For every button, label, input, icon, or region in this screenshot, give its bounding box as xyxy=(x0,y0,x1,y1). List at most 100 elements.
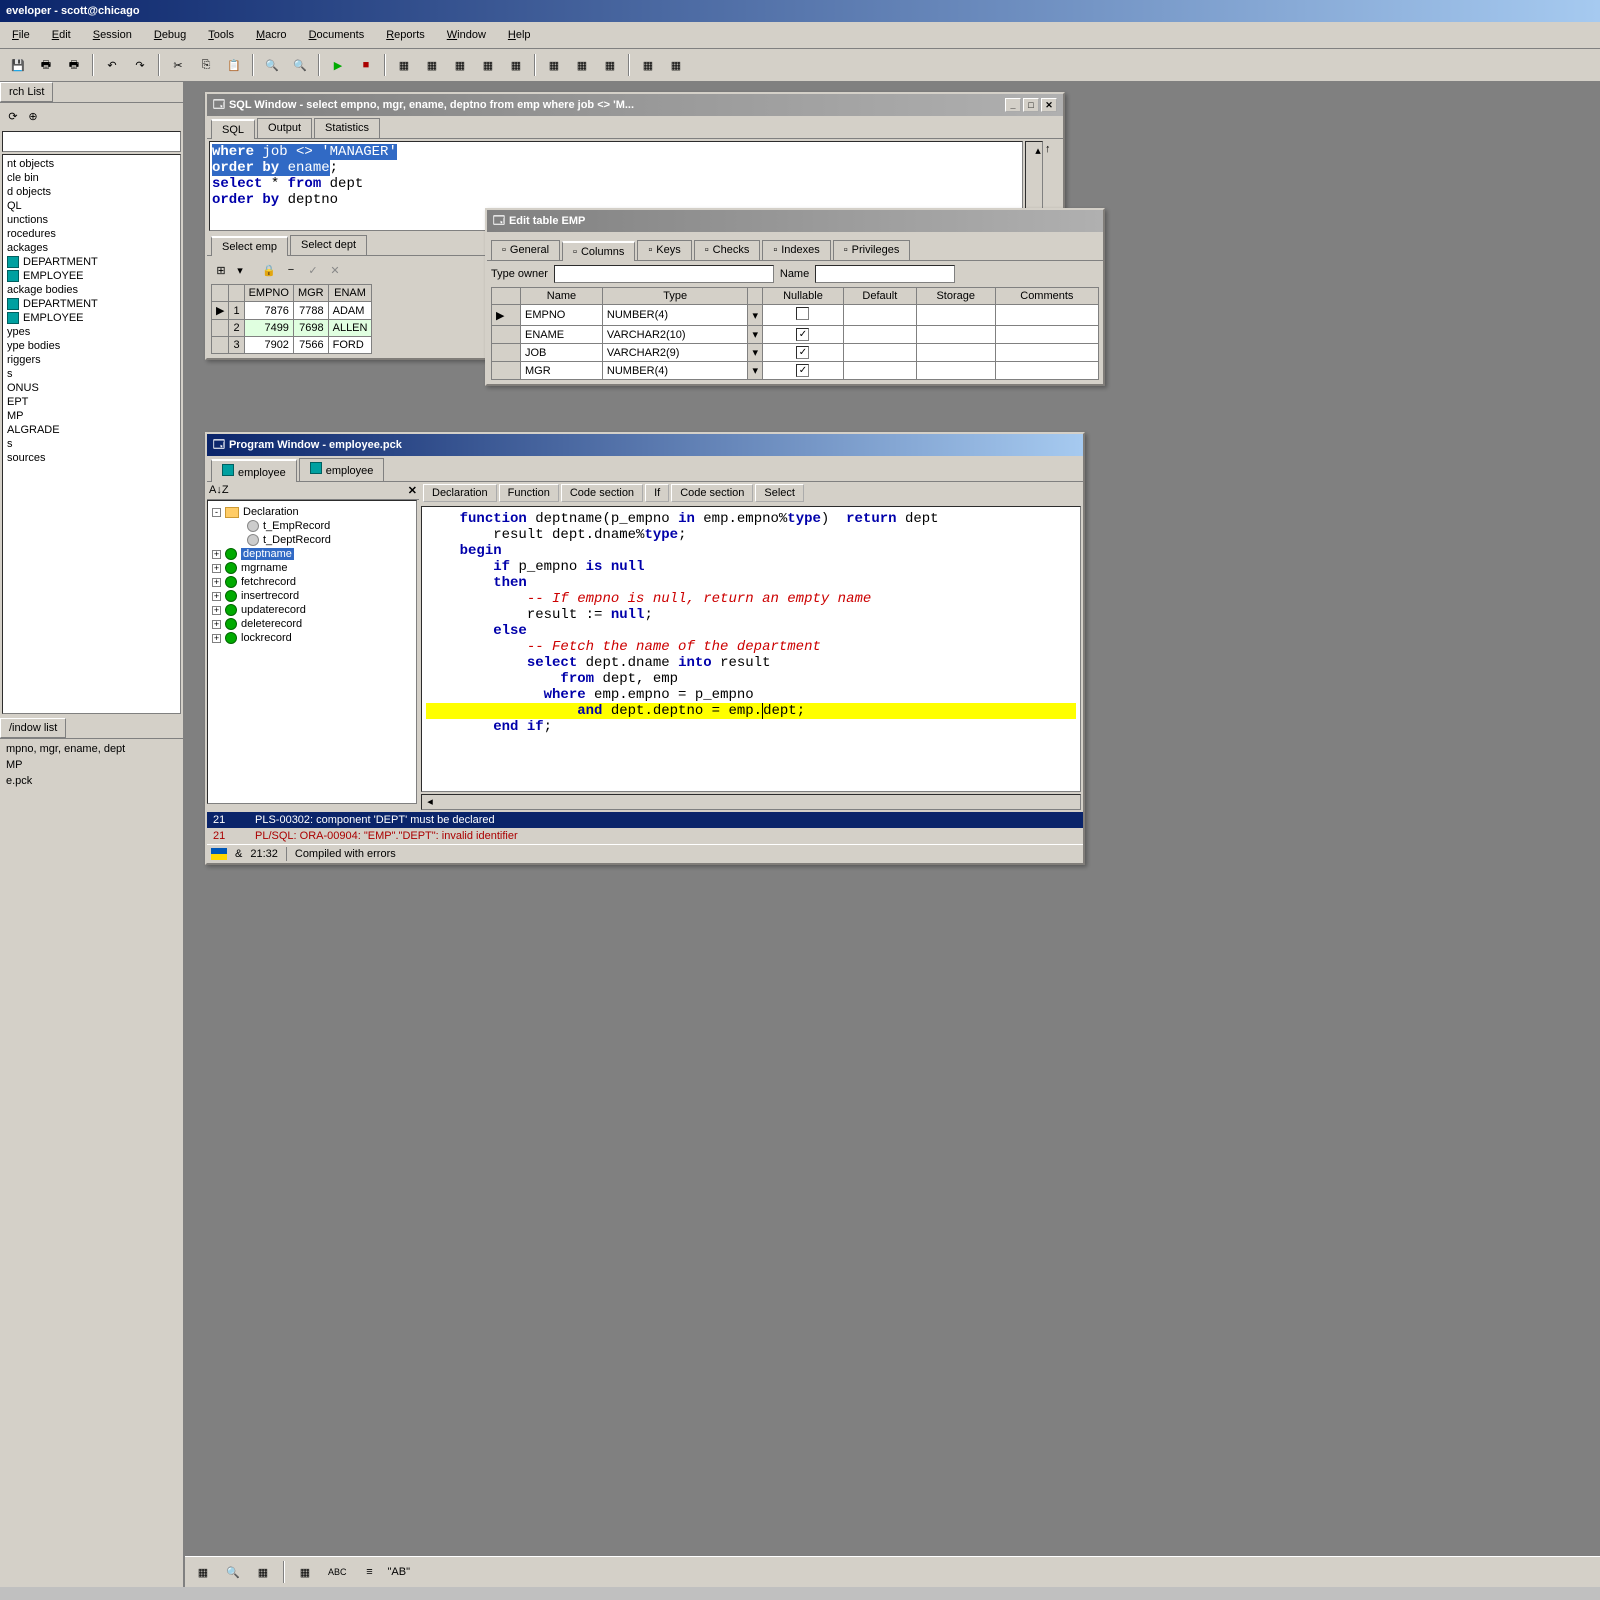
tree-node[interactable]: t_EmpRecord xyxy=(212,519,412,533)
tree-item[interactable]: ackages xyxy=(5,241,178,255)
menu-edit[interactable]: Edit xyxy=(42,26,81,44)
result-tab[interactable]: Select dept xyxy=(290,235,367,255)
tree-item[interactable]: MP xyxy=(5,409,178,423)
name-input[interactable] xyxy=(815,265,955,283)
tree-item[interactable]: EMPLOYEE xyxy=(5,269,178,283)
tree-item[interactable]: rocedures xyxy=(5,227,178,241)
stop-icon[interactable]: ■ xyxy=(354,53,378,77)
menu-reports[interactable]: Reports xyxy=(376,26,435,44)
tree-node[interactable]: -Declaration xyxy=(212,505,412,519)
et-tab-general[interactable]: ▫General xyxy=(491,240,560,260)
tree-node[interactable]: t_DeptRecord xyxy=(212,533,412,547)
tree-item[interactable]: DEPARTMENT xyxy=(5,255,178,269)
cascade-icon[interactable]: ▦ xyxy=(636,53,660,77)
search-list-tab[interactable]: rch List xyxy=(0,82,53,102)
expand-icon[interactable]: + xyxy=(212,634,221,643)
sql-tab-sql[interactable]: SQL xyxy=(211,119,255,139)
tree-item[interactable]: QL xyxy=(5,199,178,213)
bt-icon[interactable]: ≡ xyxy=(358,1560,382,1584)
type-owner-input[interactable] xyxy=(554,265,774,283)
search-input[interactable] xyxy=(2,131,181,152)
result-tab[interactable]: Select emp xyxy=(211,236,288,256)
tree-node[interactable]: +fetchrecord xyxy=(212,575,412,589)
nullable-checkbox[interactable]: ✓ xyxy=(796,346,809,359)
tb-icon[interactable]: ▦ xyxy=(476,53,500,77)
tree-node[interactable]: +mgrname xyxy=(212,561,412,575)
expand-icon[interactable]: + xyxy=(212,606,221,615)
menu-window[interactable]: Window xyxy=(437,26,496,44)
result-grid[interactable]: EMPNOMGRENAM▶178767788ADAM274997698ALLEN… xyxy=(211,284,372,354)
redo-icon[interactable]: ↷ xyxy=(128,53,152,77)
nav-code-section[interactable]: Code section xyxy=(561,484,643,502)
menu-help[interactable]: Help xyxy=(498,26,541,44)
et-tab-checks[interactable]: ▫Checks xyxy=(694,240,761,260)
scroll-left-icon[interactable]: ◂ xyxy=(422,795,438,809)
nav-function[interactable]: Function xyxy=(499,484,559,502)
et-tab-keys[interactable]: ▫Keys xyxy=(637,240,691,260)
find-icon[interactable]: 🔍 xyxy=(260,53,284,77)
code-tree[interactable]: -Declarationt_EmpRecordt_DeptRecord+dept… xyxy=(207,500,417,804)
bt-icon[interactable]: ▦ xyxy=(191,1560,215,1584)
expand-icon[interactable]: + xyxy=(212,564,221,573)
close-button[interactable]: ✕ xyxy=(1041,98,1057,112)
tree-item[interactable]: ALGRADE xyxy=(5,423,178,437)
expand-icon[interactable]: + xyxy=(212,592,221,601)
check-icon[interactable]: ✓ xyxy=(303,260,323,280)
tree-item[interactable]: ype bodies xyxy=(5,339,178,353)
run-icon[interactable]: ▶ xyxy=(326,53,350,77)
menu-debug[interactable]: Debug xyxy=(144,26,196,44)
tb-icon[interactable]: ▦ xyxy=(420,53,444,77)
tree-item[interactable]: ONUS xyxy=(5,381,178,395)
nav-icon[interactable]: ↑ xyxy=(1045,143,1063,155)
error-row[interactable]: 21PLS-00302: component 'DEPT' must be de… xyxy=(207,812,1083,828)
tb-icon[interactable]: ▦ xyxy=(570,53,594,77)
close-panel-icon[interactable]: ✕ xyxy=(408,484,417,497)
tree-item[interactable]: riggers xyxy=(5,353,178,367)
window-list-item[interactable]: MP xyxy=(2,757,181,773)
expand-icon[interactable]: + xyxy=(212,550,221,559)
tile-icon[interactable]: ▦ xyxy=(664,53,688,77)
nullable-checkbox[interactable]: ✓ xyxy=(796,328,809,341)
print2-icon[interactable]: 🖶 xyxy=(62,53,86,77)
expand-icon[interactable]: ⊕ xyxy=(24,107,42,125)
tree-item[interactable]: s xyxy=(5,367,178,381)
menu-tools[interactable]: Tools xyxy=(198,26,244,44)
columns-grid[interactable]: NameTypeNullableDefaultStorageComments▶E… xyxy=(491,287,1099,380)
tree-item[interactable]: ypes xyxy=(5,325,178,339)
tree-node[interactable]: +lockrecord xyxy=(212,631,412,645)
tree-node[interactable]: +deptname xyxy=(212,547,412,561)
find-next-icon[interactable]: 🔍 xyxy=(288,53,312,77)
window-list-item[interactable]: mpno, mgr, ename, dept xyxy=(2,741,181,757)
tree-item[interactable]: nt objects xyxy=(5,157,178,171)
find-icon[interactable]: 🔍 xyxy=(221,1560,245,1584)
et-tab-privileges[interactable]: ▫Privileges xyxy=(833,240,911,260)
tree-item[interactable]: sources xyxy=(5,451,178,465)
sort-icon[interactable]: A↓Z xyxy=(209,484,229,497)
minus-icon[interactable]: − xyxy=(281,260,301,280)
bt-icon[interactable]: ▦ xyxy=(251,1560,275,1584)
print-icon[interactable]: 🖶 xyxy=(34,53,58,77)
tb-icon[interactable]: ▦ xyxy=(542,53,566,77)
minimize-button[interactable]: _ xyxy=(1005,98,1021,112)
menu-session[interactable]: Session xyxy=(83,26,142,44)
et-tab-columns[interactable]: ▫Columns xyxy=(562,241,635,261)
nav-if[interactable]: If xyxy=(645,484,669,502)
expand-icon[interactable]: + xyxy=(212,620,221,629)
et-tab-indexes[interactable]: ▫Indexes xyxy=(762,240,830,260)
tree-item[interactable]: d objects xyxy=(5,185,178,199)
copy-icon[interactable]: ⎘ xyxy=(194,53,218,77)
tree-node[interactable]: +deleterecord xyxy=(212,617,412,631)
expand-icon[interactable]: - xyxy=(212,508,221,517)
nav-declaration[interactable]: Declaration xyxy=(423,484,497,502)
cut-icon[interactable]: ✂ xyxy=(166,53,190,77)
cancel-icon[interactable]: ✕ xyxy=(325,260,345,280)
tree-item[interactable]: DEPARTMENT xyxy=(5,297,178,311)
lock-icon[interactable]: 🔒 xyxy=(259,260,279,280)
save-icon[interactable]: 💾 xyxy=(6,53,30,77)
error-row[interactable]: 21PL/SQL: ORA-00904: "EMP"."DEPT": inval… xyxy=(207,828,1083,844)
pkg-tab[interactable]: employee xyxy=(299,458,385,481)
tb-icon[interactable]: ▦ xyxy=(392,53,416,77)
sql-tab-output[interactable]: Output xyxy=(257,118,312,138)
bt-icon[interactable]: ▦ xyxy=(293,1560,317,1584)
menu-documents[interactable]: Documents xyxy=(299,26,375,44)
